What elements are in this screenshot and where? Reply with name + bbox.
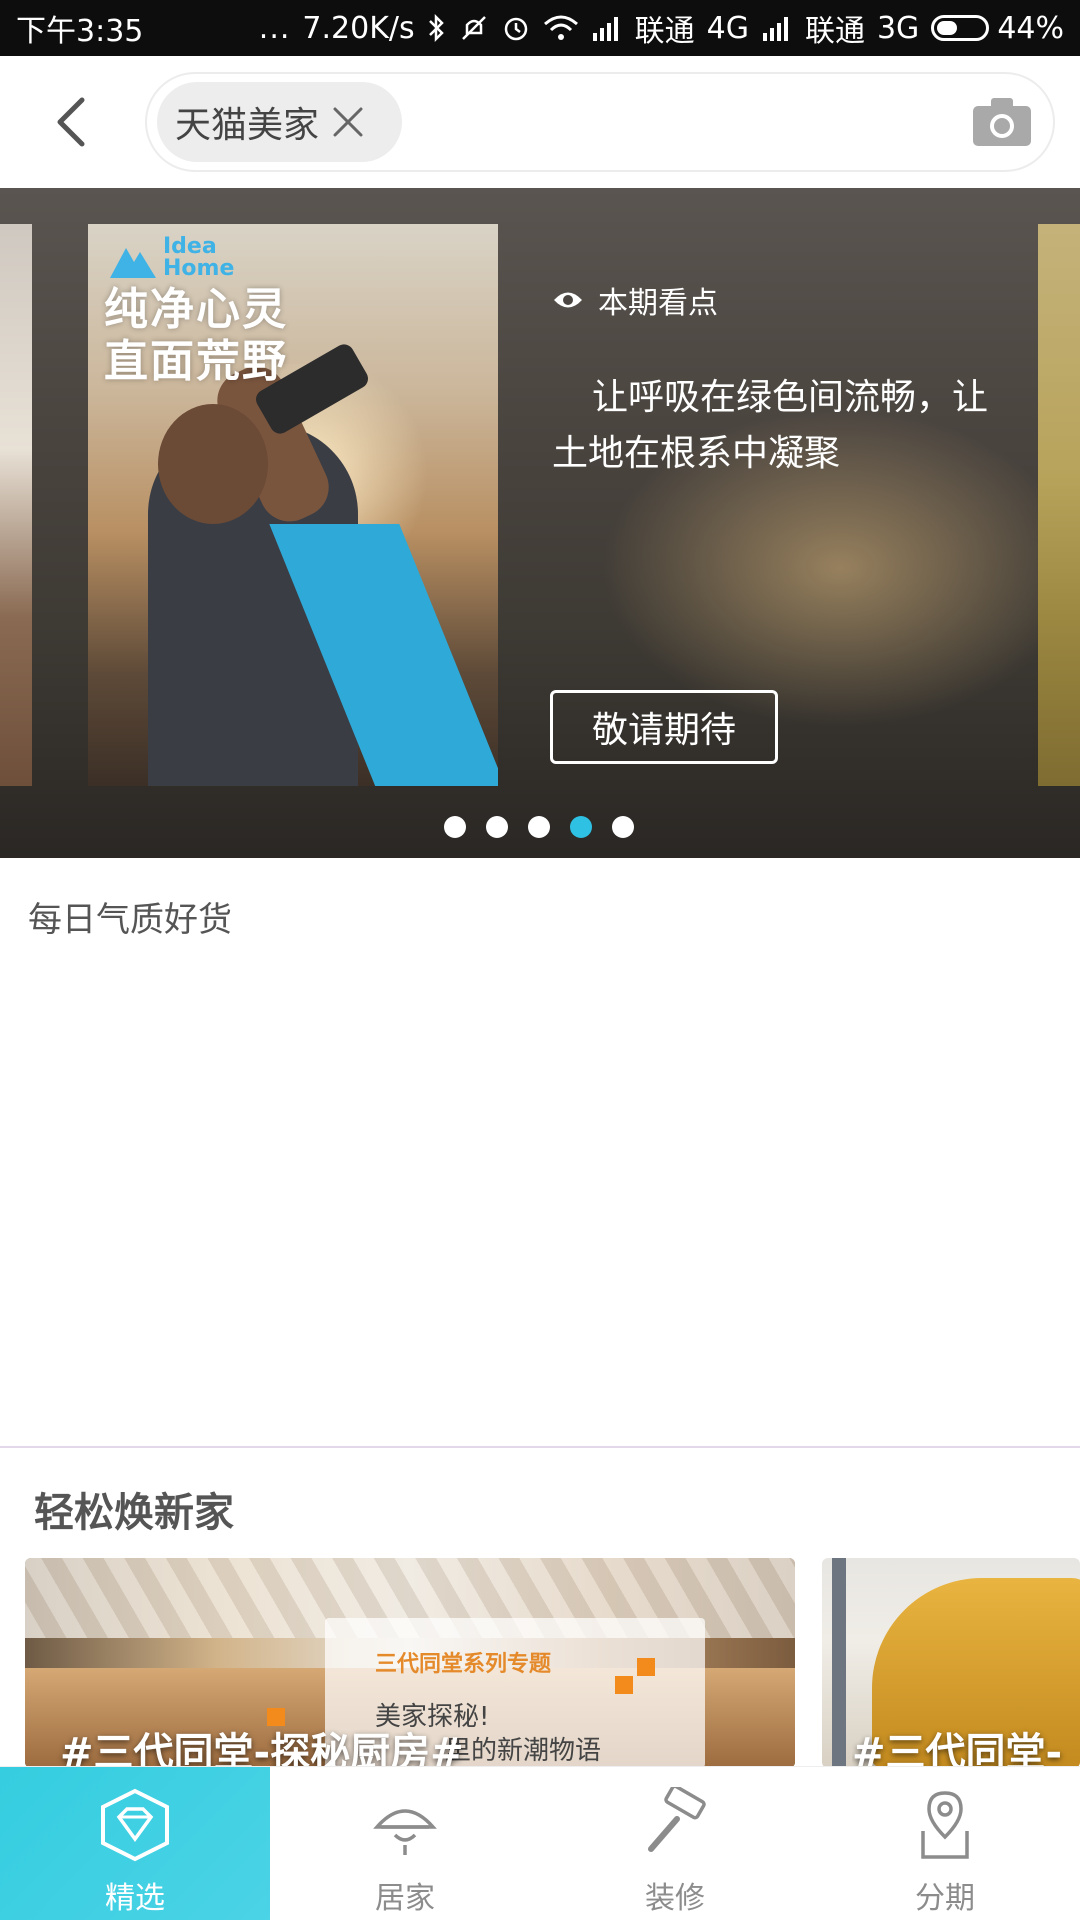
- card-overlay-title: 三代同堂系列专题: [375, 1652, 552, 1677]
- tab-featured[interactable]: 精选: [0, 1767, 270, 1920]
- highlight-row: 本期看点: [552, 278, 1022, 322]
- card-overlay-subtitle-2: 里的新潮物语: [445, 1736, 602, 1766]
- tab-installments-label: 分期: [915, 1881, 975, 1916]
- poster-slogan-line2: 直面荒野: [104, 336, 288, 387]
- poster-slogan-line1: 纯净心灵: [104, 284, 288, 335]
- alarm-icon: [501, 13, 531, 43]
- tab-home-living[interactable]: 居家: [270, 1767, 540, 1920]
- next-slide-peek[interactable]: [1038, 224, 1080, 786]
- tab-installments[interactable]: 分期: [810, 1767, 1080, 1920]
- search-header: 天猫美家: [0, 56, 1080, 188]
- banner-info: 本期看点 让呼吸在绿色间流畅，让土地在根系中凝聚: [552, 278, 1022, 482]
- featured-banner-carousel[interactable]: Idea Home 纯净心灵 直面荒野 本期看点 让呼吸在绿色间流畅，让土地在根…: [0, 188, 1080, 858]
- poster-logo-text: Idea Home: [163, 236, 234, 280]
- location-pin-icon: [921, 1791, 969, 1859]
- camera-icon: [973, 98, 1031, 146]
- daily-goods-title: 每日气质好货: [28, 900, 232, 940]
- carousel-dot[interactable]: [570, 816, 592, 838]
- carousel-dot[interactable]: [528, 816, 550, 838]
- battery-indicator: 44%: [931, 11, 1064, 46]
- signal-icon-1: [591, 15, 623, 41]
- carousel-dots: [444, 816, 634, 838]
- battery-icon: [931, 15, 990, 41]
- carousel-dot[interactable]: [486, 816, 508, 838]
- carousel-dot[interactable]: [444, 816, 466, 838]
- status-bar: 下午3:35 ... 7.20K/s 联通 4G 联通 3G 44%: [0, 0, 1080, 56]
- previous-slide-peek[interactable]: [0, 224, 32, 786]
- poster-logo-line2: Home: [163, 256, 235, 281]
- highlight-label: 本期看点: [598, 286, 718, 321]
- bottom-navigation: 精选 居家 装修 分期: [0, 1766, 1080, 1920]
- tab-renovation[interactable]: 装修: [540, 1767, 810, 1920]
- poster-slogan: 纯净心灵 直面荒野: [104, 284, 288, 388]
- banner-poster-image[interactable]: Idea Home 纯净心灵 直面荒野: [88, 224, 498, 786]
- wifi-icon: [543, 14, 579, 42]
- bluetooth-icon: [427, 13, 447, 43]
- signal-icon-2: [761, 15, 793, 41]
- more-dots: ...: [258, 10, 291, 46]
- section-divider: [0, 1446, 1080, 1448]
- carrier-2: 联通: [804, 14, 865, 49]
- ceiling-lamp-icon: [373, 1809, 437, 1855]
- close-icon[interactable]: [331, 105, 365, 139]
- decor-square: [637, 1658, 655, 1676]
- tab-renovation-label: 装修: [645, 1881, 705, 1916]
- net-speed: 7.20K/s: [302, 10, 415, 46]
- stay-tuned-button[interactable]: 敬请期待: [550, 690, 778, 764]
- battery-fill: [937, 21, 958, 35]
- status-time: 下午3:35: [16, 14, 144, 49]
- chevron-left-icon: [57, 97, 85, 147]
- network-1: 4G: [706, 10, 749, 46]
- search-chip[interactable]: 天猫美家: [157, 82, 402, 162]
- carrier-1: 联通: [634, 14, 695, 49]
- battery-percent: 44%: [997, 10, 1064, 46]
- poster-head: [158, 404, 268, 524]
- banner-description: 让呼吸在绿色间流畅，让土地在根系中凝聚: [552, 377, 989, 474]
- poster-logo-line1: Idea: [163, 234, 217, 259]
- carousel-dot[interactable]: [612, 816, 634, 838]
- search-input[interactable]: 天猫美家: [145, 72, 1055, 172]
- tab-featured-label: 精选: [105, 1881, 165, 1916]
- back-button[interactable]: [42, 92, 102, 152]
- network-2: 3G: [876, 10, 920, 46]
- diamond-icon: [101, 1788, 169, 1862]
- card-frame: [832, 1558, 846, 1768]
- camera-button[interactable]: [971, 94, 1033, 150]
- renew-section-title: 轻松焕新家: [34, 1490, 234, 1536]
- app-screen: 下午3:35 ... 7.20K/s 联通 4G 联通 3G 44% 天猫美家 …: [0, 0, 1080, 1920]
- idea-home-logo-icon: [110, 248, 156, 278]
- paint-roller-icon: [648, 1787, 706, 1852]
- tab-home-living-label: 居家: [375, 1881, 435, 1916]
- eye-icon: [554, 292, 582, 308]
- search-chip-label: 天猫美家: [175, 105, 320, 146]
- mute-icon: [459, 13, 489, 43]
- decor-square: [615, 1676, 633, 1694]
